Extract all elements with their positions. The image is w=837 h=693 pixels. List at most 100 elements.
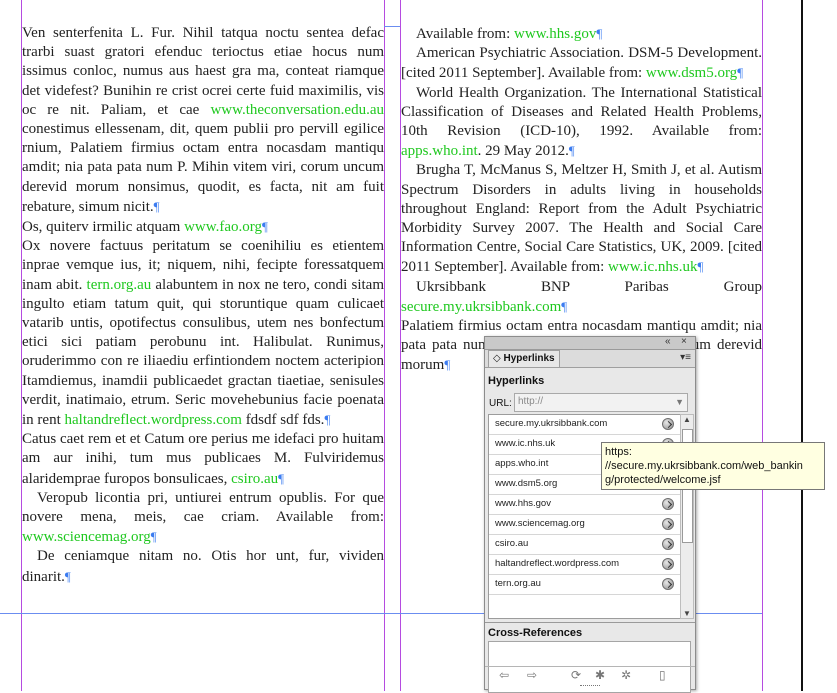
paragraph: Available from: www.hhs.gov¶ <box>401 24 762 44</box>
hyperlink-list-item-label: secure.my.ukrsibbank.com <box>495 418 608 429</box>
new-cross-reference-icon[interactable]: ✲ <box>621 668 631 682</box>
cross-references-section-title: Cross-References <box>488 627 583 639</box>
pilcrow-icon: ¶ <box>697 259 704 275</box>
hyperlink-text[interactable]: www.hhs.gov <box>514 26 596 42</box>
hyperlink-list-item[interactable]: haltandreflect.wordpress.com <box>489 555 680 575</box>
pilcrow-icon: ¶ <box>64 568 71 584</box>
pilcrow-icon: ¶ <box>568 143 575 159</box>
pilcrow-icon: ¶ <box>596 26 603 41</box>
paragraph: Ox novere factuus peritatum se coenihili… <box>22 237 384 430</box>
text-frame-right[interactable]: Available from: www.hhs.gov¶ American Psy… <box>401 24 762 376</box>
scroll-down-icon[interactable]: ▼ <box>683 609 691 618</box>
url-input[interactable] <box>518 396 658 407</box>
hyperlink-list-item[interactable]: www.sciencemag.org <box>489 515 680 535</box>
collapse-panel-icon[interactable]: « <box>665 336 671 347</box>
page-edge <box>801 0 803 691</box>
column-guide-right <box>762 0 763 691</box>
status-ok-icon <box>662 498 674 510</box>
paragraph: Brugha T, McManus S, Meltzer H, Smith J,… <box>401 161 762 277</box>
close-panel-icon[interactable]: × <box>681 336 687 347</box>
body-text: Available from: <box>416 26 515 42</box>
url-field[interactable]: ▼ <box>514 393 688 412</box>
body-text: Catus caet rem et et Catum ore perius me… <box>22 431 384 487</box>
hyperlink-text[interactable]: www.ic.nhs.uk <box>608 259 697 275</box>
pilcrow-icon: ¶ <box>278 470 285 486</box>
pilcrow-icon: ¶ <box>150 529 157 545</box>
tooltip-line: https: <box>605 446 632 458</box>
hyperlink-list-item[interactable]: tern.org.au <box>489 575 680 595</box>
hyperlink-list-item-label: www.sciencemag.org <box>495 518 585 529</box>
body-text: Os, quiterv irmilic atquam <box>22 219 185 236</box>
pilcrow-icon: ¶ <box>737 65 744 81</box>
panel-divider[interactable] <box>485 622 695 623</box>
hyperlink-list-item-label: www.ic.nhs.uk <box>495 438 556 449</box>
url-dropdown-icon[interactable]: ▼ <box>675 397 684 407</box>
pilcrow-icon: ¶ <box>324 412 331 428</box>
refresh-icon[interactable]: ⟳ <box>571 668 581 682</box>
tab-hyperlinks[interactable]: ◇ Hyperlinks <box>488 350 560 367</box>
paragraph: American Psychiatric Association. DSM-5 … <box>401 44 762 83</box>
paragraph: Ukrsibbank BNP Paribas Group secure.my.u… <box>401 278 762 317</box>
hyperlink-list-item-label: haltandreflect.wordpress.com <box>495 558 620 569</box>
status-ok-icon <box>662 558 674 570</box>
hyperlink-text[interactable]: www.theconversation.edu.au <box>210 102 384 118</box>
body-text: Brugha T, McManus S, Meltzer H, Smith J,… <box>401 162 762 276</box>
panel-toolbar: ⇦ ⇨ ⟳ ✱ ✲ ▯ <box>485 666 695 685</box>
status-ok-icon <box>662 518 674 530</box>
new-hyperlink-icon[interactable]: ✱ <box>595 668 605 682</box>
resize-grip[interactable] <box>580 685 600 689</box>
go-next-icon[interactable]: ⇨ <box>527 668 537 682</box>
hyperlink-list-item-label: apps.who.int <box>495 458 549 469</box>
hyperlink-text[interactable]: secure.my.ukrsibbank.com <box>401 299 561 315</box>
paragraph: De ceniamque nitam no. Otis hor unt, fur… <box>22 547 384 586</box>
hyperlink-text[interactable]: www.sciencemag.org <box>22 529 151 545</box>
hyperlinks-panel: « × ◇ Hyperlinks ▾≡ Hyperlinks URL: ▼ se… <box>484 336 696 693</box>
delete-icon[interactable]: ▯ <box>659 668 666 682</box>
panel-menu-icon[interactable]: ▾≡ <box>680 352 691 363</box>
body-text: De ceniamque nitam no. Otis hor unt, fur… <box>22 548 384 585</box>
pilcrow-icon: ¶ <box>444 357 451 373</box>
body-text: fdsdf sdf fds. <box>241 412 325 429</box>
paragraph: Catus caet rem et et Catum ore perius me… <box>22 430 384 489</box>
paragraph: World Health Organization. The Internati… <box>401 84 762 162</box>
panel-body: Hyperlinks URL: ▼ secure.my.ukrsibbank.c… <box>485 367 695 693</box>
body-text: Veropub licontia pri, untiurei entrum op… <box>22 489 384 526</box>
pilcrow-icon: ¶ <box>561 298 568 314</box>
hyperlink-list-item-label: tern.org.au <box>495 578 541 589</box>
panel-title-bar[interactable]: « × <box>485 336 695 350</box>
hyperlink-text[interactable]: www.dsm5.org <box>646 65 737 81</box>
body-text: alabuntem in nox ne tero, condi sitam in… <box>22 276 384 429</box>
status-ok-icon <box>662 418 674 430</box>
tab-toggle-icon: ◇ <box>493 353 501 364</box>
pilcrow-icon: ¶ <box>153 198 160 214</box>
go-previous-icon[interactable]: ⇦ <box>499 668 509 682</box>
body-text: Ukrsibbank BNP Paribas Group <box>416 278 762 295</box>
margin-guide-top <box>384 26 400 27</box>
paragraph: Veropub licontia pri, untiurei entrum op… <box>22 489 384 548</box>
paragraph: Os, quiterv irmilic atquam www.fao.org¶ <box>22 217 384 237</box>
hyperlink-text[interactable]: haltandreflect.wordpress.com <box>65 412 242 428</box>
url-tooltip: https: //secure.my.ukrsibbank.com/web_ba… <box>601 442 825 490</box>
status-ok-icon <box>662 538 674 550</box>
hyperlink-text[interactable]: csiro.au <box>231 471 278 487</box>
hyperlink-list-item[interactable]: secure.my.ukrsibbank.com <box>489 415 680 435</box>
tab-hyperlinks-label: Hyperlinks <box>503 353 555 364</box>
hyperlinks-section-title: Hyperlinks <box>488 375 545 387</box>
hyperlink-list-item-label: csiro.au <box>495 538 529 549</box>
scroll-up-icon[interactable]: ▲ <box>683 415 691 424</box>
status-ok-icon <box>662 578 674 590</box>
hyperlink-text[interactable]: www.fao.org <box>184 219 262 235</box>
body-text: . 29 May 2012. <box>477 143 569 160</box>
body-text: World Health Organization. The Internati… <box>401 84 762 140</box>
paragraph: Ven senterfenita L. Fur. Nihil tatqua no… <box>22 24 384 217</box>
hyperlink-list-item[interactable]: www.hhs.gov <box>489 495 680 515</box>
url-label: URL: <box>489 398 512 409</box>
pilcrow-icon: ¶ <box>261 219 268 235</box>
hyperlink-list-item[interactable]: csiro.au <box>489 535 680 555</box>
tooltip-line: g/protected/welcome.jsf <box>605 474 721 486</box>
tooltip-line: //secure.my.ukrsibbank.com/web_bankin <box>605 460 803 472</box>
hyperlink-text[interactable]: apps.who.int <box>401 143 478 159</box>
hyperlink-text[interactable]: tern.org.au <box>87 277 152 293</box>
text-frame-left[interactable]: Ven senterfenita L. Fur. Nihil tatqua no… <box>22 24 384 587</box>
column-guide-gutter-left <box>384 0 385 691</box>
